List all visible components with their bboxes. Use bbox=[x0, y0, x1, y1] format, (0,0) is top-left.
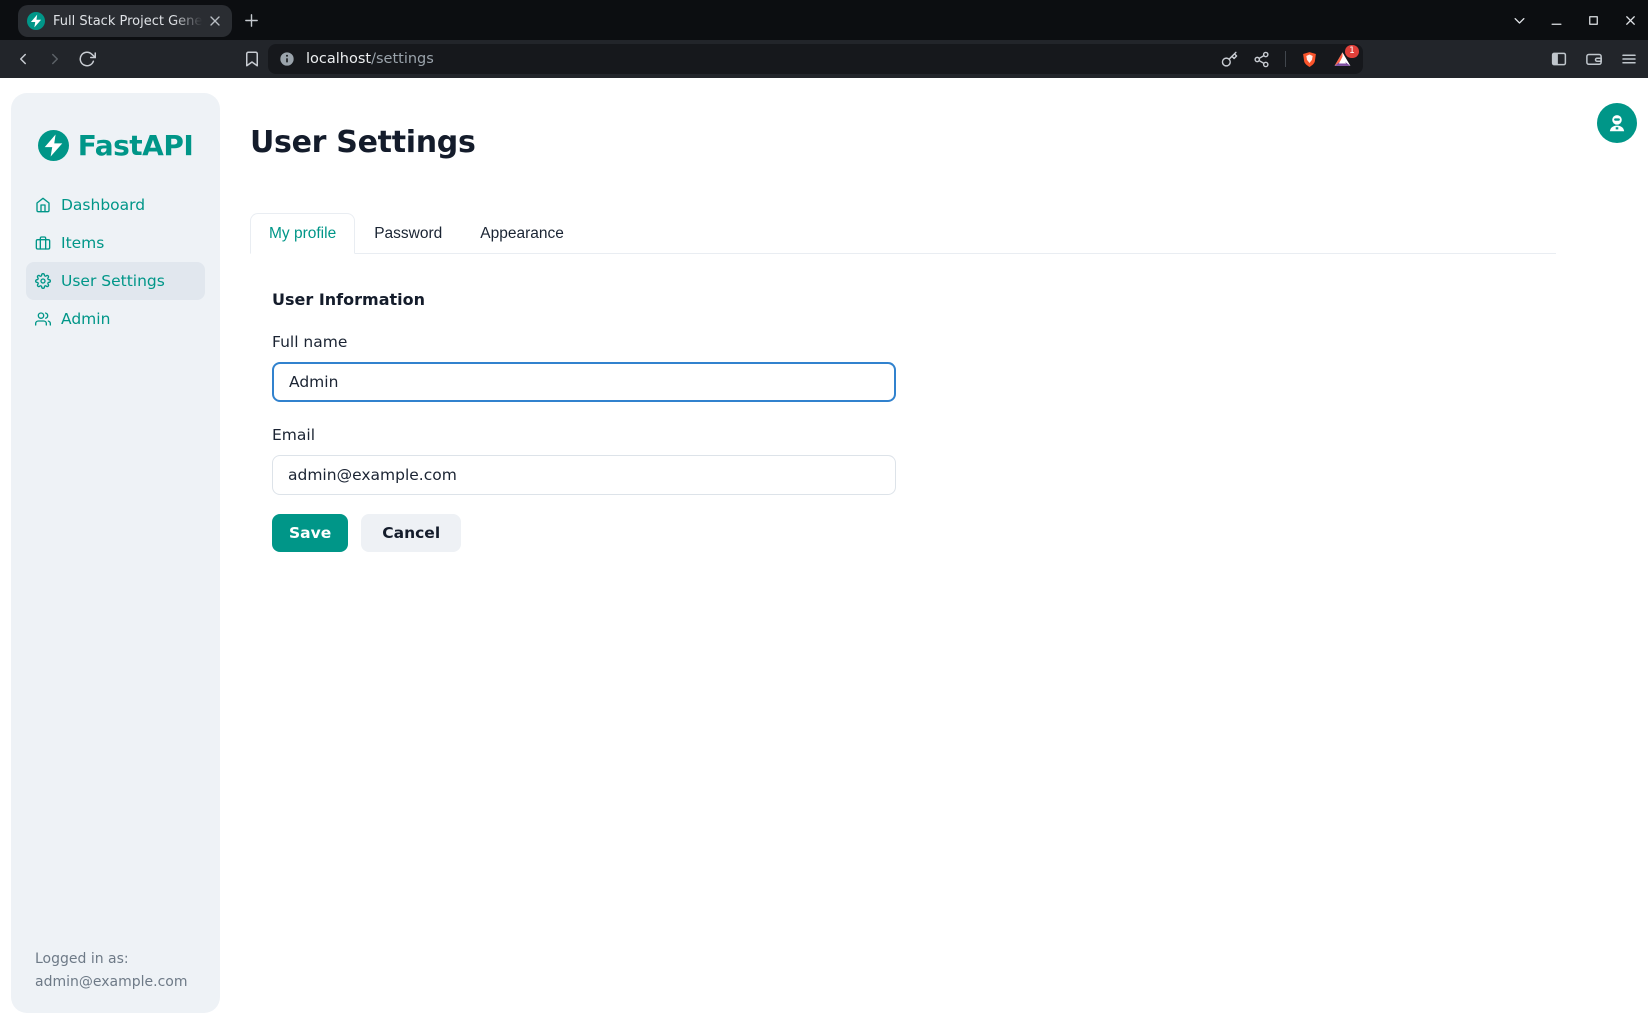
tab-password[interactable]: Password bbox=[355, 213, 461, 254]
reload-icon[interactable] bbox=[78, 50, 96, 68]
logged-in-email: admin@example.com bbox=[35, 971, 187, 993]
save-button[interactable]: Save bbox=[272, 514, 348, 552]
browser-toolbar: localhost/settings 1 bbox=[0, 40, 1648, 78]
tab-appearance[interactable]: Appearance bbox=[461, 213, 583, 254]
fastapi-favicon-icon bbox=[27, 12, 45, 30]
fastapi-logo: FastAPI bbox=[11, 129, 220, 162]
profile-panel: User Information Full name Email Save Ca… bbox=[272, 290, 896, 552]
browser-tab[interactable]: Full Stack Project Genera bbox=[18, 5, 232, 37]
sidebar-toggle-icon[interactable] bbox=[1550, 50, 1568, 68]
brave-rewards-button[interactable]: 1 bbox=[1333, 50, 1352, 69]
window-maximize-icon[interactable] bbox=[1586, 13, 1601, 28]
sidebar: FastAPI Dashboard Items User Settings Ad… bbox=[11, 93, 220, 1013]
cancel-button[interactable]: Cancel bbox=[361, 514, 461, 552]
window-controls bbox=[1512, 0, 1638, 40]
full-name-label: Full name bbox=[272, 333, 896, 351]
users-icon bbox=[35, 311, 51, 327]
sidebar-item-label: Items bbox=[61, 234, 104, 252]
password-key-icon[interactable] bbox=[1221, 51, 1238, 68]
brave-shield-icon[interactable] bbox=[1301, 51, 1318, 68]
email-label: Email bbox=[272, 426, 896, 444]
back-icon[interactable] bbox=[14, 50, 32, 68]
sidebar-item-user-settings[interactable]: User Settings bbox=[26, 262, 205, 300]
user-menu-button[interactable] bbox=[1597, 103, 1637, 143]
browser-tab-strip: Full Stack Project Genera bbox=[0, 0, 1648, 40]
url-path: /settings bbox=[371, 51, 434, 67]
toolbar-right bbox=[1550, 40, 1638, 78]
tab-search-chevron-icon[interactable] bbox=[1512, 13, 1527, 28]
sidebar-item-label: Admin bbox=[61, 310, 110, 328]
menu-icon[interactable] bbox=[1620, 50, 1638, 68]
sidebar-item-dashboard[interactable]: Dashboard bbox=[26, 186, 205, 224]
logged-in-as: Logged in as: admin@example.com bbox=[35, 948, 187, 993]
rewards-badge: 1 bbox=[1345, 45, 1359, 58]
section-title: User Information bbox=[272, 290, 896, 309]
page-title: User Settings bbox=[250, 125, 476, 160]
forward-icon[interactable] bbox=[46, 50, 64, 68]
window-close-icon[interactable] bbox=[1623, 13, 1638, 28]
sidebar-item-admin[interactable]: Admin bbox=[26, 300, 205, 338]
sidebar-nav: Dashboard Items User Settings Admin bbox=[26, 186, 205, 338]
address-bar[interactable]: localhost/settings 1 bbox=[268, 44, 1363, 74]
user-astronaut-icon bbox=[1606, 112, 1628, 134]
briefcase-icon bbox=[35, 235, 51, 251]
url-host: localhost bbox=[306, 51, 371, 67]
bookmark-icon[interactable] bbox=[243, 50, 261, 68]
sidebar-item-items[interactable]: Items bbox=[26, 224, 205, 262]
tab-title: Full Stack Project Genera bbox=[53, 14, 207, 29]
fastapi-logo-text: FastAPI bbox=[78, 129, 194, 162]
divider bbox=[1285, 51, 1286, 67]
logged-in-label: Logged in as: bbox=[35, 948, 187, 970]
window-minimize-icon[interactable] bbox=[1549, 13, 1564, 28]
app-page: FastAPI Dashboard Items User Settings Ad… bbox=[0, 78, 1648, 1025]
new-tab-button[interactable] bbox=[243, 12, 260, 29]
fastapi-logo-icon bbox=[38, 130, 69, 161]
gear-icon bbox=[35, 273, 51, 289]
sidebar-item-label: User Settings bbox=[61, 272, 165, 290]
full-name-input[interactable] bbox=[272, 362, 896, 402]
settings-tabs: My profile Password Appearance bbox=[250, 213, 1556, 254]
url-text: localhost/settings bbox=[306, 51, 434, 67]
email-input[interactable] bbox=[272, 455, 896, 495]
form-actions: Save Cancel bbox=[272, 514, 896, 552]
tab-my-profile[interactable]: My profile bbox=[250, 213, 355, 254]
share-icon[interactable] bbox=[1253, 51, 1270, 68]
sidebar-item-label: Dashboard bbox=[61, 196, 145, 214]
home-icon bbox=[35, 197, 51, 213]
tab-close-icon[interactable] bbox=[207, 13, 223, 29]
site-info-icon[interactable] bbox=[279, 51, 295, 67]
urlbar-actions: 1 bbox=[1221, 50, 1352, 69]
wallet-icon[interactable] bbox=[1585, 50, 1603, 68]
